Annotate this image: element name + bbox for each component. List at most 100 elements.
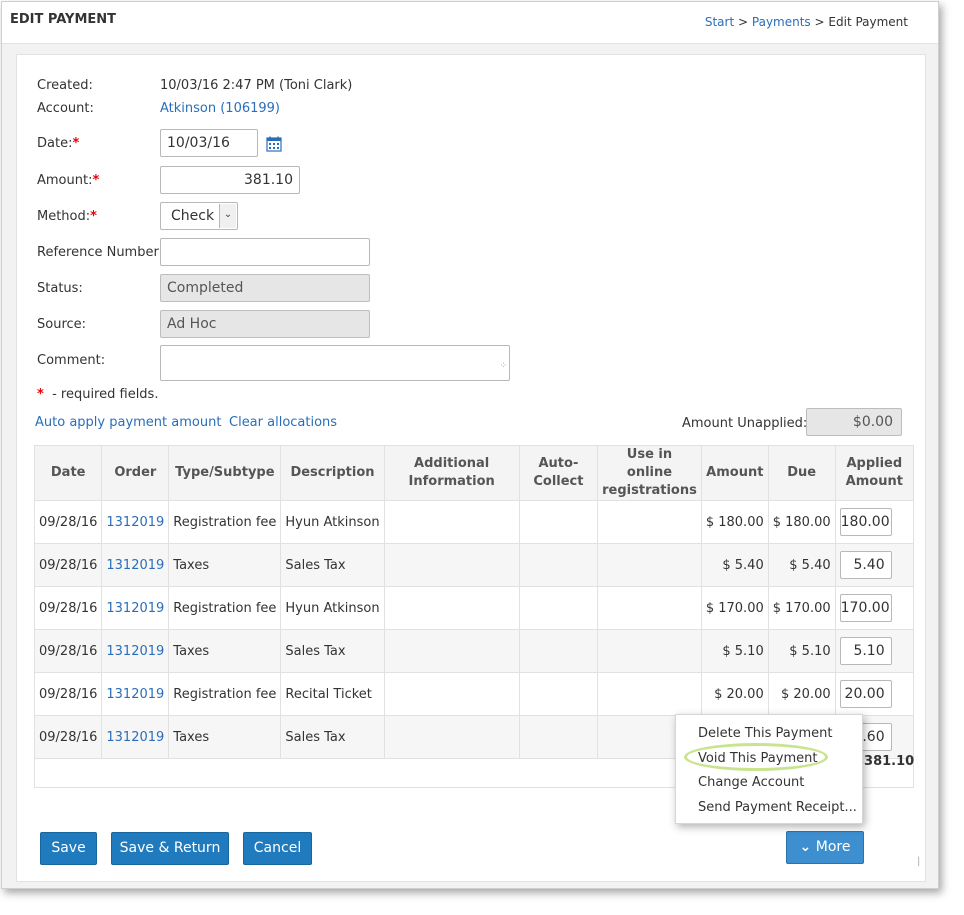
applied-amount-input[interactable]: 20.00 <box>839 680 892 708</box>
breadcrumb-payments[interactable]: Payments <box>752 15 811 29</box>
resize-handle-mark: | <box>917 856 921 867</box>
status-field: Completed <box>160 274 370 302</box>
col-type: Type/Subtype <box>168 445 282 501</box>
method-label: Method:* <box>37 209 97 224</box>
row-additional <box>383 672 520 716</box>
applied-amount-input[interactable]: 170.00 <box>839 594 892 622</box>
row-type: Taxes <box>168 715 282 759</box>
row-online <box>597 543 702 587</box>
order-link[interactable]: 1312019 <box>106 687 164 702</box>
col-description: Description <box>280 445 385 501</box>
amount-input[interactable]: 381.10 <box>160 166 300 194</box>
method-label-text: Method: <box>37 209 91 224</box>
breadcrumb-start[interactable]: Start <box>705 15 734 29</box>
date-input[interactable]: 10/03/16 <box>160 129 258 157</box>
required-asterisk: * <box>90 209 97 224</box>
table-row: 09/28/16 1312019 Registration fee Recita… <box>33 672 915 716</box>
row-online <box>597 672 702 716</box>
order-link[interactable]: 1312019 <box>106 730 164 745</box>
method-select[interactable]: Check ⌄ <box>160 202 238 230</box>
amount-label: Amount:* <box>37 173 99 188</box>
row-description: Sales Tax <box>280 543 385 587</box>
row-additional <box>383 543 520 587</box>
breadcrumb-separator: > <box>738 15 749 29</box>
required-note-text: - required fields. <box>52 387 159 402</box>
date-label-text: Date: <box>37 136 73 151</box>
table-row: 09/28/16 1312019 Taxes Sales Tax $ 5.40 … <box>33 543 915 587</box>
row-order-cell: 1312019 <box>101 543 170 587</box>
account-label: Account: <box>37 101 94 116</box>
change-account-menu-item[interactable]: Change Account <box>698 775 804 790</box>
clear-allocations-link[interactable]: Clear allocations <box>229 415 337 430</box>
delete-payment-menu-item[interactable]: Delete This Payment <box>698 726 832 741</box>
row-order-cell: 1312019 <box>101 629 170 673</box>
comment-label: Comment: <box>37 353 106 368</box>
save-and-return-button[interactable]: Save & Return <box>111 832 229 865</box>
row-applied-cell: 5.10 <box>834 629 915 673</box>
created-value: 10/03/16 2:47 PM (Toni Clark) <box>160 78 353 93</box>
amount-unapplied-label: Amount Unapplied: <box>682 416 808 431</box>
col-online-registrations: Use in online registrations <box>597 445 702 501</box>
row-additional <box>383 500 520 544</box>
row-type: Taxes <box>168 543 282 587</box>
row-online <box>597 629 702 673</box>
required-asterisk: * <box>37 387 44 402</box>
row-date: 09/28/16 <box>33 586 103 630</box>
chevron-down-icon: ⌄ <box>799 839 812 855</box>
row-due: $ 5.10 <box>767 629 836 673</box>
order-link[interactable]: 1312019 <box>106 601 164 616</box>
calendar-icon[interactable] <box>266 136 282 152</box>
row-order-cell: 1312019 <box>101 672 170 716</box>
row-order-cell: 1312019 <box>101 586 170 630</box>
auto-apply-link[interactable]: Auto apply payment amount <box>35 415 221 430</box>
row-online <box>597 586 702 630</box>
source-field: Ad Hoc <box>160 310 370 338</box>
row-auto-collect <box>518 672 599 716</box>
col-due: Due <box>767 445 836 501</box>
amount-unapplied-field: $0.00 <box>806 408 902 436</box>
table-row: 09/28/16 1312019 Taxes Sales Tax $ 5.10 … <box>33 629 915 673</box>
row-description: Hyun Atkinson <box>280 586 385 630</box>
applied-amount-input[interactable]: 180.00 <box>839 508 892 536</box>
order-link[interactable]: 1312019 <box>106 515 164 530</box>
status-label: Status: <box>37 281 83 296</box>
account-link[interactable]: Atkinson (106199) <box>160 101 280 116</box>
required-note: * - required fields. <box>37 387 158 402</box>
col-date: Date <box>33 445 103 501</box>
row-additional <box>383 715 520 759</box>
void-highlight-ring <box>684 743 828 771</box>
row-order-cell: 1312019 <box>101 500 170 544</box>
row-applied-cell: 5.40 <box>834 543 915 587</box>
col-applied-amount: Applied Amount <box>834 445 915 501</box>
resize-grip-icon[interactable]: ⁘ <box>499 353 507 379</box>
table-row: 09/28/16 1312019 Registration fee Hyun A… <box>33 586 915 630</box>
applied-amount-input[interactable]: 5.40 <box>839 551 892 579</box>
applied-amount-input[interactable]: 5.10 <box>839 637 892 665</box>
breadcrumb-current: Edit Payment <box>828 15 908 29</box>
more-button-label: More <box>815 839 851 855</box>
row-description: Recital Ticket <box>280 672 385 716</box>
breadcrumb-separator: > <box>814 15 825 29</box>
amount-label-text: Amount: <box>37 173 93 188</box>
row-auto-collect <box>518 543 599 587</box>
required-asterisk: * <box>72 136 80 151</box>
more-button[interactable]: ⌄ More <box>786 831 864 864</box>
comment-textarea[interactable]: ⁘ <box>160 345 510 381</box>
row-amount: $ 20.00 <box>700 672 769 716</box>
row-amount: $ 180.00 <box>700 500 769 544</box>
row-date: 09/28/16 <box>33 715 103 759</box>
send-receipt-menu-item[interactable]: Send Payment Receipt... <box>698 800 857 815</box>
chevron-down-icon[interactable]: ⌄ <box>219 204 236 228</box>
top-bar: EDIT PAYMENT Start > Payments > Edit Pay… <box>2 2 938 44</box>
row-due: $ 20.00 <box>767 672 836 716</box>
cancel-button[interactable]: Cancel <box>243 832 312 865</box>
order-link[interactable]: 1312019 <box>106 558 164 573</box>
row-online <box>597 500 702 544</box>
reference-number-input[interactable] <box>160 238 370 266</box>
breadcrumb: Start > Payments > Edit Payment <box>705 15 908 29</box>
row-description: Sales Tax <box>280 629 385 673</box>
save-button[interactable]: Save <box>40 832 97 865</box>
order-link[interactable]: 1312019 <box>106 644 164 659</box>
row-date: 09/28/16 <box>33 672 103 716</box>
date-label: Date:* <box>37 136 79 151</box>
